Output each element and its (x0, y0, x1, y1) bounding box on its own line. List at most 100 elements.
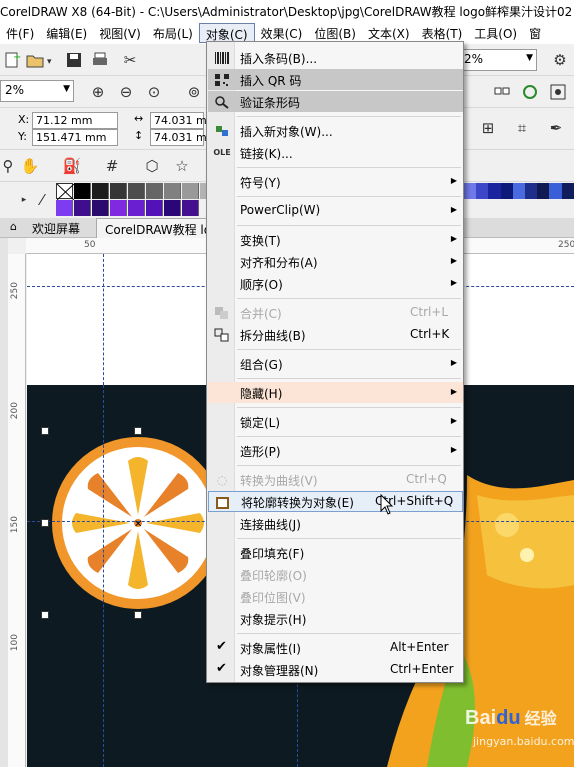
width-input[interactable]: 74.031 mm (150, 112, 217, 129)
color-swatch[interactable] (110, 200, 127, 216)
menu-item-object-properties[interactable]: ✔ 对象属性(I) Alt+Enter (208, 637, 463, 658)
menu-window[interactable]: 窗 (523, 23, 547, 43)
zoom-level-select[interactable]: 2% ▼ (459, 49, 537, 71)
menu-object[interactable]: 对象(C) (198, 23, 255, 43)
color-swatch[interactable] (146, 200, 163, 216)
color-swatch[interactable] (56, 200, 73, 216)
submenu-arrow-icon: ▶ (450, 278, 457, 287)
x-position-input[interactable]: 71.12 mm (32, 112, 118, 129)
menu-bitmaps[interactable]: 位图(B) (308, 23, 362, 43)
home-icon: ⌂ (10, 220, 17, 233)
menu-item-convert-to-curves[interactable]: ◌ 转换为曲线(V) Ctrl+Q (208, 469, 463, 490)
menu-item-object-manager[interactable]: ✔ 对象管理器(N) Ctrl+Enter (208, 659, 463, 680)
menu-layout[interactable]: 布局(L) (147, 23, 199, 43)
star-icon[interactable]: ☆ (170, 154, 194, 178)
open-document-icon[interactable]: ▾ (22, 48, 58, 72)
cut-icon[interactable]: ✂ (118, 48, 142, 72)
color-swatch[interactable] (92, 200, 109, 216)
selection-handle[interactable] (134, 427, 142, 435)
pen-nib-icon[interactable]: ✒ (544, 116, 568, 140)
color-swatch[interactable] (146, 183, 163, 199)
tab-welcome[interactable]: 欢迎屏幕 (32, 220, 80, 237)
menu-item-insert-barcode[interactable]: 插入条码(B)... (208, 47, 463, 68)
submenu-arrow-icon: ▶ (450, 416, 457, 425)
menu-item-shaping[interactable]: 造形(P) ▶ (208, 440, 463, 461)
options-gear-icon[interactable]: ⚙ (548, 48, 572, 72)
menu-item-lock[interactable]: 锁定(L) ▶ (208, 411, 463, 432)
menu-item-verify-barcode[interactable]: 验证条形码 (208, 91, 463, 112)
transform-icon[interactable] (518, 80, 542, 104)
color-swatch[interactable] (128, 183, 145, 199)
color-swatch[interactable] (561, 183, 574, 199)
menu-effects[interactable]: 效果(C) (255, 23, 309, 43)
menu-item-powerclip[interactable]: PowerClip(W) ▶ (208, 200, 463, 221)
snap-icon[interactable] (546, 80, 570, 104)
height-input[interactable]: 74.031 mm (150, 129, 217, 146)
polygon-icon[interactable]: ⬡ (140, 154, 164, 178)
zoom-in-icon[interactable]: ⊕ (86, 80, 110, 104)
menu-item-symbol[interactable]: 符号(Y) ▶ (208, 171, 463, 192)
selection-handle[interactable] (41, 427, 49, 435)
menu-file[interactable]: 件(F) (0, 23, 40, 43)
selection-handle[interactable] (41, 611, 49, 619)
pan-hand-icon[interactable]: ✋ (18, 154, 42, 178)
y-position-input[interactable]: 151.471 mm (32, 129, 118, 146)
menu-item-outline-to-object[interactable]: 将轮廓转换为对象(E) Ctrl+Shift+Q (208, 491, 463, 512)
ruler-tick-label: 250 (10, 282, 20, 300)
color-swatch[interactable] (164, 200, 181, 216)
menu-view[interactable]: 视图(V) (93, 23, 147, 43)
menu-item-overprint-bitmap[interactable]: 叠印位图(V) (208, 586, 463, 607)
menu-item-combine[interactable]: 合并(C) Ctrl+L (208, 302, 463, 323)
menu-item-join-curves[interactable]: 连接曲线(J) (208, 513, 463, 534)
ruler-tick-label: 250 (558, 240, 574, 250)
menu-text[interactable]: 文本(X) (362, 23, 416, 43)
align-objects-icon[interactable] (490, 80, 514, 104)
ole-link-icon: OLE (213, 148, 231, 157)
color-swatch[interactable] (182, 200, 199, 216)
menu-item-object-hints[interactable]: 对象提示(H) (208, 608, 463, 629)
guideline[interactable] (103, 385, 104, 767)
palette-scroll-icon[interactable]: ▸ (18, 188, 30, 212)
color-swatch[interactable] (110, 183, 127, 199)
left-toolbox (0, 238, 8, 767)
save-icon[interactable] (62, 48, 86, 72)
color-swatch[interactable] (92, 183, 109, 199)
eyedropper-icon[interactable]: ⁄ (34, 188, 50, 212)
grid-icon[interactable]: # (100, 154, 124, 178)
zoom-page-icon[interactable]: ⊚ (182, 80, 206, 104)
selection-handle[interactable] (134, 611, 142, 619)
window-title: CorelDRAW X8 (64-Bit) - C:\Users\Adminis… (0, 0, 574, 22)
menu-table[interactable]: 表格(T) (416, 23, 469, 43)
print-icon[interactable] (88, 48, 112, 72)
no-color-swatch[interactable] (56, 183, 74, 200)
menu-item-align-distribute[interactable]: 对齐和分布(A) ▶ (208, 251, 463, 272)
color-swatch[interactable] (74, 183, 91, 199)
convert-icon[interactable]: ⌗ (510, 116, 534, 140)
menu-item-break-apart[interactable]: 拆分曲线(B) Ctrl+K (208, 324, 463, 345)
menu-edit[interactable]: 编辑(E) (40, 23, 93, 43)
menu-item-order[interactable]: 顺序(O) ▶ (208, 273, 463, 294)
menu-item-insert-qr-code[interactable]: 插入 QR 码 (208, 69, 463, 90)
menu-item-hide[interactable]: 隐藏(H) ▶ (208, 382, 463, 403)
guideline[interactable] (103, 254, 104, 385)
color-swatch[interactable] (74, 200, 91, 216)
color-swatch[interactable] (182, 183, 199, 199)
menu-item-group[interactable]: 组合(G) ▶ (208, 353, 463, 374)
menu-item-overprint-fill[interactable]: 叠印填充(F) (208, 542, 463, 563)
zoom-out-icon[interactable]: ⊖ (114, 80, 138, 104)
menu-tools[interactable]: 工具(O) (468, 23, 523, 43)
new-document-icon[interactable]: + (0, 48, 24, 72)
zoom-tool-icon[interactable]: ⚲ (0, 154, 20, 178)
color-swatch[interactable] (128, 200, 145, 216)
tab-document[interactable]: CorelDRAW教程 log (96, 218, 208, 238)
menu-item-overprint-outline[interactable]: 叠印轮廓(O) (208, 564, 463, 585)
selection-handle[interactable] (41, 519, 49, 527)
menu-item-links[interactable]: OLE 链接(K)... (208, 142, 463, 163)
menu-item-transform[interactable]: 变换(T) ▶ (208, 229, 463, 250)
color-swatch[interactable] (164, 183, 181, 199)
zoom-level-left-select[interactable]: 2% ▼ (0, 80, 74, 102)
fill-bucket-icon[interactable]: ⛽ (60, 154, 84, 178)
menu-item-insert-new-object[interactable]: 插入新对象(W)... (208, 120, 463, 141)
outline-pen-icon[interactable]: ⊞ (476, 116, 500, 140)
zoom-selected-icon[interactable]: ⊙ (142, 80, 166, 104)
